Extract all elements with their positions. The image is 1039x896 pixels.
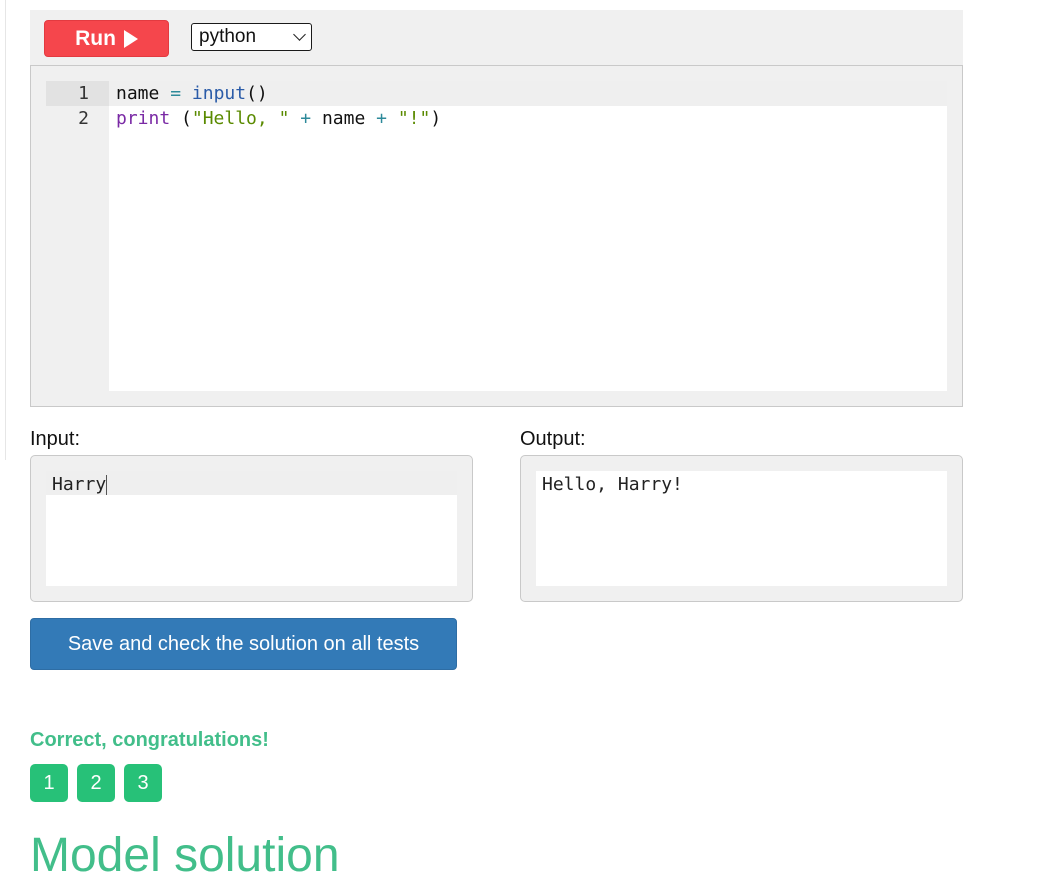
code-token-var	[181, 83, 192, 104]
language-select-value: python	[199, 26, 257, 47]
editor-toolbar: Run python	[30, 10, 963, 65]
model-solution-heading: Model solution	[30, 829, 340, 882]
code-token-op: +	[300, 108, 312, 129]
code-token-var	[159, 83, 170, 104]
code-line: name = input()	[109, 81, 947, 106]
output-label: Output:	[520, 428, 586, 450]
code-token-var	[387, 108, 398, 129]
input-active-line	[46, 471, 457, 495]
text-caret	[106, 475, 108, 495]
input-label: Input:	[30, 428, 81, 450]
code-token-op: =	[170, 83, 182, 104]
run-button-label: Run	[75, 26, 116, 50]
output-panel: Hello, Harry!	[520, 455, 963, 602]
test-results: 1 2 3	[30, 764, 162, 802]
code-token-builtin: input	[191, 83, 247, 104]
code-text-area[interactable]: name = input() print ("Hello, " + name +…	[109, 81, 947, 391]
line-number: 2	[78, 108, 89, 129]
code-token-keyword: print	[116, 108, 171, 129]
language-select[interactable]: python	[191, 23, 312, 51]
page-left-rule	[0, 0, 6, 460]
output-value: Hello, Harry!	[542, 474, 683, 495]
input-panel: Harry	[30, 455, 473, 602]
output-editor: Hello, Harry!	[536, 471, 947, 586]
save-and-check-button[interactable]: Save and check the solution on all tests	[30, 618, 457, 670]
code-token-var	[289, 108, 300, 129]
input-value: Harry	[52, 473, 108, 497]
code-token-var: name	[116, 83, 160, 104]
test-badge-3[interactable]: 3	[124, 764, 162, 802]
test-badge-2[interactable]: 2	[77, 764, 115, 802]
chevron-down-icon	[293, 28, 306, 41]
input-editor[interactable]: Harry	[46, 471, 457, 586]
result-message: Correct, congratulations!	[30, 729, 269, 751]
code-token-var: name	[311, 108, 377, 129]
code-line: print ("Hello, " + name + "!")	[109, 106, 947, 131]
code-token-string: "Hello, "	[191, 108, 290, 129]
run-button[interactable]: Run	[44, 20, 169, 57]
code-token-op: +	[376, 108, 387, 129]
code-token-punct: (	[170, 108, 192, 129]
line-number-gutter: 1 2	[46, 81, 109, 391]
code-line-content: print ("Hello, " + name + "!")	[116, 106, 441, 131]
play-icon	[123, 29, 138, 48]
code-editor: 1 2 name = input() print ("Hello, " + na…	[30, 65, 963, 407]
code-token-punct: ()	[246, 83, 268, 104]
code-token-punct: )	[430, 108, 442, 129]
input-text: Harry	[52, 474, 107, 495]
line-number: 1	[46, 81, 109, 106]
test-badge-1[interactable]: 1	[30, 764, 68, 802]
code-line-content: name = input()	[116, 81, 268, 106]
code-token-string: "!"	[397, 108, 431, 129]
